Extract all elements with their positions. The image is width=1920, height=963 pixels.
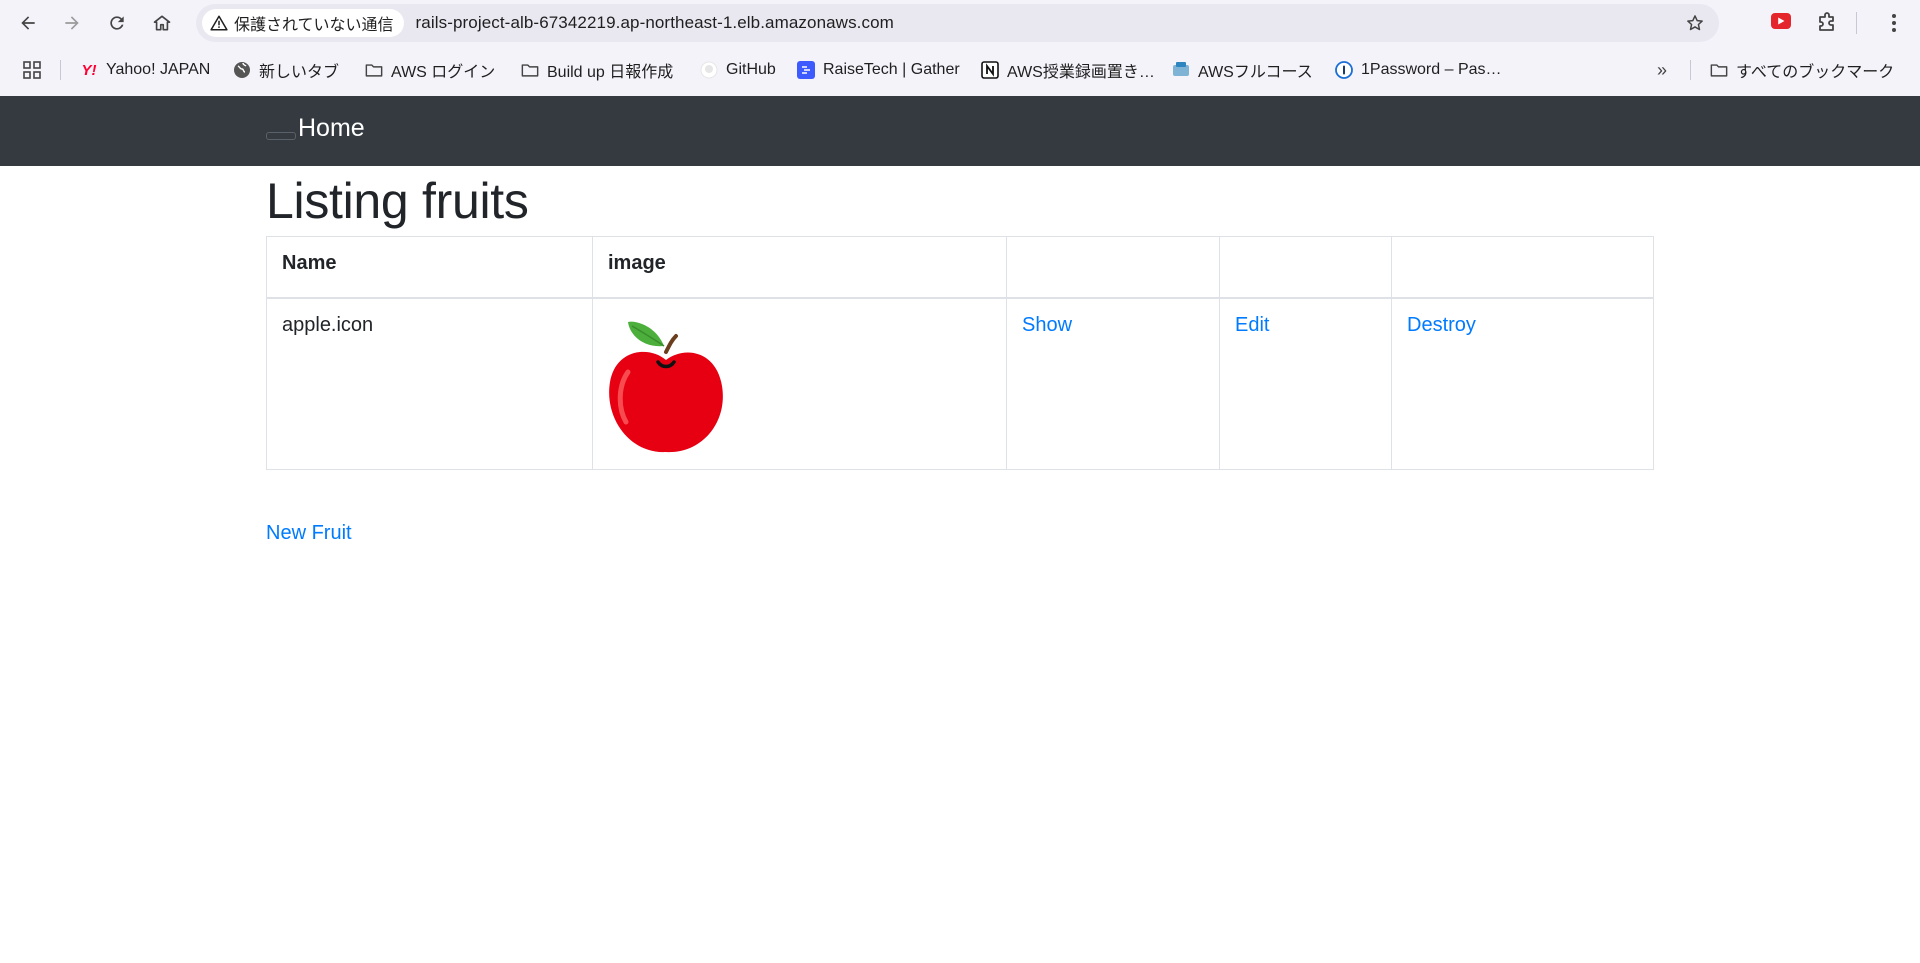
bookmark-raisetech[interactable]: RaiseTech | Gather	[797, 50, 960, 90]
all-bookmarks-button[interactable]: すべてのブックマーク	[1710, 50, 1894, 90]
more-vert-icon[interactable]	[1882, 11, 1906, 35]
table-row: apple.icon Show Edit Destroy	[266, 297, 1654, 470]
bookmark-aws-fullcourse[interactable]: AWSフルコース	[1172, 50, 1313, 90]
all-bookmarks-label: すべてのブックマーク	[1736, 64, 1895, 81]
notion-icon	[981, 61, 999, 79]
bookmark-label: AWS授業録画置き…	[1007, 64, 1155, 81]
globe-icon	[234, 62, 250, 78]
main-content: Listing fruits Name image apple.icon Sho…	[266, 166, 1654, 544]
table-body: apple.icon Show Edit Destroy	[266, 297, 1654, 470]
address-bar[interactable]: 保護されていない通信 rails-project-alb-67342219.ap…	[196, 4, 1719, 42]
yahoo-icon: Y!	[81, 61, 97, 79]
extensions-puzzle-icon[interactable]	[1815, 11, 1839, 35]
top-navbar: Home	[0, 96, 1920, 166]
bookmark-star-icon[interactable]	[1685, 13, 1705, 33]
bookmark-build-up[interactable]: Build up 日報作成	[521, 50, 673, 90]
header-destroy	[1391, 236, 1654, 299]
bookmarks-divider	[60, 60, 61, 80]
github-icon	[700, 61, 718, 79]
warning-icon	[210, 15, 228, 31]
bookmark-label: Build up 日報作成	[547, 64, 674, 81]
bookmark-label: GitHub	[726, 61, 776, 78]
youtube-extension-icon[interactable]	[1771, 13, 1791, 29]
header-edit	[1219, 236, 1392, 299]
bookmark-label: 1Password – Pas…	[1361, 61, 1502, 78]
home-icon	[153, 15, 171, 31]
bookmark-label: Yahoo! JAPAN	[106, 61, 211, 78]
bookmarks-bar: Y! Yahoo! JAPAN 新しいタブ AWS ログイン Build up …	[0, 50, 1920, 90]
folder-icon	[521, 64, 539, 77]
bookmark-aws-recording[interactable]: AWS授業録画置き…	[981, 50, 1155, 90]
security-chip[interactable]: 保護されていない通信	[202, 9, 404, 37]
url-text[interactable]: rails-project-alb-67342219.ap-northeast-…	[416, 13, 894, 33]
gather-icon	[797, 61, 815, 79]
bookmark-new-tab[interactable]: 新しいタブ	[233, 50, 339, 90]
cell-name: apple.icon	[266, 297, 593, 470]
new-fruit-link[interactable]: New Fruit	[266, 522, 352, 545]
reload-icon	[110, 16, 124, 30]
edit-link[interactable]: Edit	[1235, 314, 1269, 336]
page-title: Listing fruits	[266, 173, 529, 229]
forward-button[interactable]	[60, 11, 84, 35]
play-icon	[1778, 17, 1785, 25]
apps-grid-icon[interactable]	[22, 60, 42, 80]
header-show	[1006, 236, 1220, 299]
arrow-right-icon	[65, 16, 79, 30]
header-image: image	[592, 236, 1007, 299]
back-button[interactable]	[16, 11, 40, 35]
show-link[interactable]: Show	[1022, 314, 1072, 336]
bookmark-github[interactable]: GitHub	[700, 50, 776, 90]
cell-show: Show	[1006, 297, 1220, 470]
1password-icon	[1335, 61, 1353, 79]
reload-button[interactable]	[105, 11, 129, 35]
bookmark-aws-login[interactable]: AWS ログイン	[365, 50, 495, 90]
toolbar-divider	[1856, 12, 1857, 34]
bookmarks-divider	[1690, 60, 1691, 80]
bookmark-1password[interactable]: 1Password – Pas…	[1335, 50, 1502, 90]
destroy-link[interactable]: Destroy	[1407, 314, 1476, 336]
arrow-left-icon	[21, 16, 35, 30]
apple-icon	[609, 321, 723, 452]
bookmark-label: 新しいタブ	[259, 64, 340, 81]
table-header-row: Name image	[266, 236, 1654, 299]
cell-destroy: Destroy	[1391, 297, 1654, 470]
bookmark-label: AWSフルコース	[1198, 64, 1313, 81]
folder-icon	[365, 64, 383, 77]
browser-chrome: 保護されていない通信 rails-project-alb-67342219.ap…	[0, 0, 1920, 96]
browser-toolbar: 保護されていない通信 rails-project-alb-67342219.ap…	[0, 0, 1920, 46]
bookmark-label: AWS ログイン	[391, 64, 496, 81]
home-button[interactable]	[150, 11, 174, 35]
security-label: 保護されていない通信	[234, 17, 394, 34]
header-name: Name	[266, 236, 593, 299]
table-header: Name image	[266, 236, 1654, 299]
cell-image	[592, 297, 1007, 470]
bookmarks-overflow-chevron-icon[interactable]: »	[1651, 60, 1673, 80]
navbar-toggler-button[interactable]	[266, 132, 296, 140]
aws-course-icon	[1173, 62, 1189, 76]
bookmark-yahoo[interactable]: Y! Yahoo! JAPAN	[80, 50, 211, 90]
navbar-home-link[interactable]: Home	[298, 114, 365, 143]
bookmark-label: RaiseTech | Gather	[823, 61, 960, 78]
fruits-table: Name image apple.icon Show Edit Destroy	[266, 236, 1654, 470]
folder-icon	[1710, 64, 1728, 77]
cell-edit: Edit	[1219, 297, 1392, 470]
